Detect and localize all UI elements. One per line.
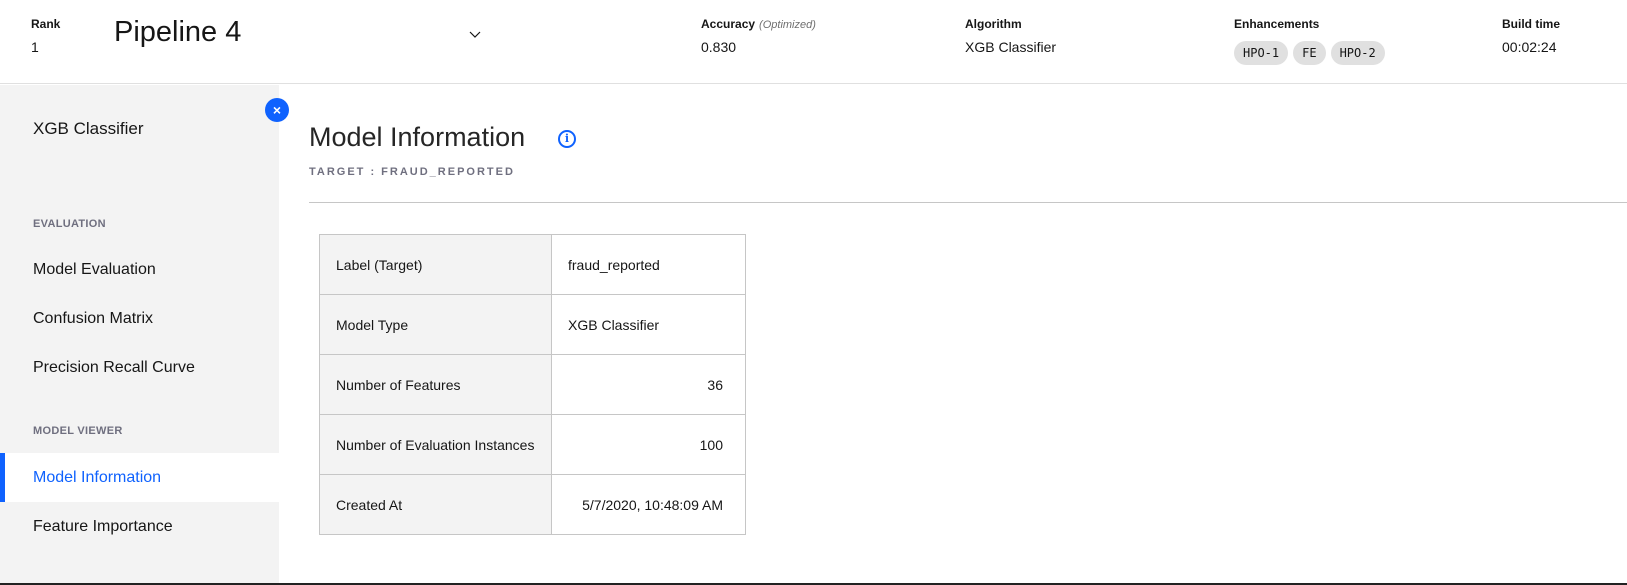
table-row: Model Type XGB Classifier	[319, 294, 746, 355]
model-info-table: Label (Target) fraud_reported Model Type X…	[319, 234, 746, 535]
build-time-value: 00:02:24	[1502, 39, 1557, 55]
enhancements-label: Enhancements	[1234, 17, 1320, 31]
close-sidebar-button[interactable]: ×	[265, 98, 289, 122]
table-row: Created At 5/7/2020, 10:48:09 AM	[319, 474, 746, 535]
rank: Rank 1	[31, 17, 60, 55]
enhancement-tag: FE	[1293, 41, 1326, 65]
row-key: Created At	[319, 474, 552, 535]
info-icon[interactable]: i	[558, 130, 576, 148]
enhancement-tag: HPO-1	[1234, 41, 1289, 65]
accuracy: Accuracy (Optimized) 0.830	[701, 17, 816, 55]
row-key: Number of Evaluation Instances	[319, 414, 552, 475]
algorithm-label: Algorithm	[965, 17, 1022, 31]
section-model-viewer: MODEL VIEWER	[33, 425, 123, 437]
sidebar-item-model-evaluation[interactable]: Model Evaluation	[0, 245, 279, 294]
enhancement-tag: HPO-2	[1330, 41, 1385, 65]
divider	[309, 202, 1627, 203]
pipeline-title: Pipeline 4	[114, 16, 242, 48]
rank-value: 1	[31, 39, 39, 55]
section-evaluation: EVALUATION	[33, 218, 106, 230]
build-time-label: Build time	[1502, 17, 1561, 31]
sidebar-item-model-information[interactable]: Model Information	[0, 453, 279, 502]
sidebar-title: XGB Classifier	[33, 119, 144, 138]
close-icon: ×	[272, 102, 282, 118]
chevron-down-icon[interactable]	[467, 26, 483, 42]
table-row: Number of Features 36	[319, 354, 746, 415]
row-value: 100	[551, 414, 746, 475]
algorithm-value: XGB Classifier	[965, 39, 1057, 55]
algorithm: Algorithm XGB Classifier	[965, 17, 1056, 55]
row-key: Model Type	[319, 294, 552, 355]
row-value: fraud_reported	[551, 234, 746, 295]
enhancements: Enhancements HPO-1 FE HPO-2	[1234, 17, 1385, 65]
build-time: Build time 00:02:24	[1502, 17, 1560, 55]
accuracy-note: (Optimized)	[759, 19, 816, 31]
sidebar-item-precision-recall-curve[interactable]: Precision Recall Curve	[0, 343, 279, 392]
sidebar-item-confusion-matrix[interactable]: Confusion Matrix	[0, 294, 279, 343]
table-row: Number of Evaluation Instances 100	[319, 414, 746, 475]
pipeline-header: Rank 1 Pipeline 4 Accuracy (Optimized) 0.…	[0, 0, 1627, 84]
row-value: 5/7/2020, 10:48:09 AM	[551, 474, 746, 535]
accuracy-value: 0.830	[701, 39, 737, 55]
sidebar: XGB Classifier EVALUATION Model Evaluati…	[0, 85, 279, 583]
accuracy-label: Accuracy	[701, 17, 756, 31]
row-key: Label (Target)	[319, 234, 552, 295]
row-value: XGB Classifier	[551, 294, 746, 355]
target-label: TARGET : FRAUD_REPORTED	[309, 166, 515, 178]
row-value: 36	[551, 354, 746, 415]
rank-label: Rank	[31, 17, 61, 31]
sidebar-item-feature-importance[interactable]: Feature Importance	[0, 502, 279, 551]
table-row: Label (Target) fraud_reported	[319, 234, 746, 295]
row-key: Number of Features	[319, 354, 552, 415]
page-title: Model Information	[309, 122, 526, 152]
